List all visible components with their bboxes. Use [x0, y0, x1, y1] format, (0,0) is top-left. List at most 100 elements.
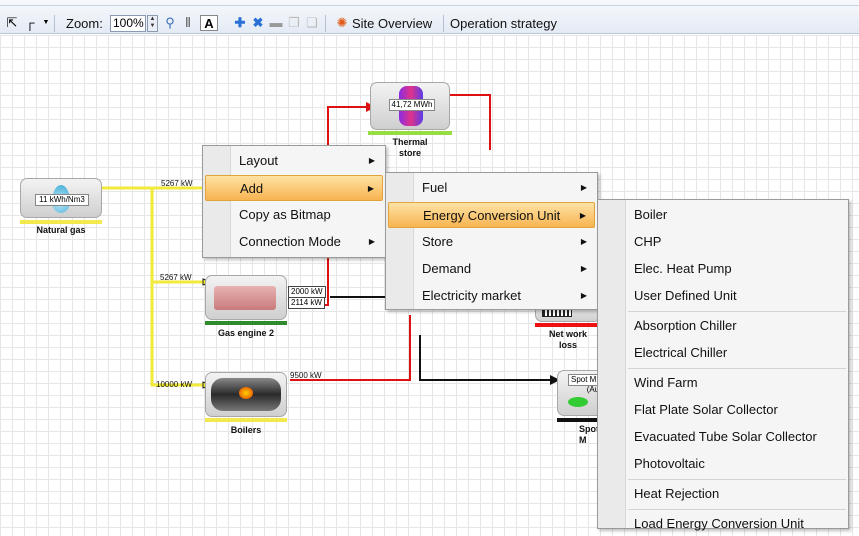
submenu-arrow-icon: ▶	[368, 237, 375, 246]
submenu-arrow-icon: ▶	[580, 237, 587, 246]
toolbar-separator	[443, 15, 444, 32]
ecu-menu-item-electrical-chiller[interactable]: Electrical Chiller	[600, 340, 846, 366]
gas-engine-box[interactable]	[205, 275, 287, 320]
flow-label: 9500 kW	[290, 371, 322, 380]
zoom-input[interactable]: 100%	[110, 15, 146, 32]
menu-item-label: Flat Plate Solar Collector	[634, 402, 778, 417]
text-icon[interactable]: A	[200, 15, 218, 31]
submenu-arrow-icon: ▶	[580, 264, 587, 273]
menu-item-copy-as-bitmap[interactable]: Copy as Bitmap	[205, 202, 383, 228]
menu-item-label: Wind Farm	[634, 375, 698, 390]
menu-item-label: Electrical Chiller	[634, 345, 728, 360]
menu-item-label: Elec. Heat Pump	[634, 261, 732, 276]
connector-icon[interactable]: ┌	[22, 15, 38, 31]
add-menu-item-energy-conversion-unit[interactable]: Energy Conversion Unit ▶	[388, 202, 595, 228]
flow-label-box: 2114 kW	[288, 297, 325, 309]
menu-separator	[628, 368, 846, 369]
boilers-status-bar	[205, 418, 287, 422]
submenu-arrow-icon: ▶	[580, 291, 587, 300]
menu-item-label: Store	[422, 234, 454, 249]
net-work-loss-label: Net work loss	[548, 329, 587, 350]
menu-item-label: Copy as Bitmap	[239, 207, 331, 222]
boilers-label: Boilers	[230, 425, 262, 435]
ecu-menu-item-heat-rejection[interactable]: Heat Rejection	[600, 481, 846, 507]
menu-item-label: Absorption Chiller	[634, 318, 737, 333]
save-icon[interactable]: ▬	[268, 15, 284, 31]
flow-label: 10000 kW	[156, 380, 193, 389]
menu-item-label: Photovoltaic	[634, 456, 705, 471]
menu-item-label: Boiler	[634, 207, 668, 222]
globe-icon	[568, 397, 588, 407]
delete-icon[interactable]: ✖	[250, 15, 266, 31]
menu-item-label: Demand	[422, 261, 472, 276]
menu-item-label: Add	[240, 181, 264, 196]
fuel-connections	[102, 186, 205, 387]
gas-engine-status-bar	[205, 321, 287, 325]
menu-item-label: Fuel	[422, 180, 448, 195]
add-icon[interactable]: ✚	[232, 15, 248, 31]
ecu-menu-item-boiler[interactable]: Boiler	[600, 202, 846, 228]
ecu-menu-item-elec-heat-pump[interactable]: Elec. Heat Pump	[600, 256, 846, 282]
heater-icon	[542, 309, 572, 317]
add-menu-item-store[interactable]: Store ▶	[388, 229, 595, 255]
menu-item-add[interactable]: Add ▶	[205, 175, 383, 201]
menu-item-label: Load Energy Conversion Unit	[634, 516, 804, 531]
menu-item-connection-mode[interactable]: Connection Mode ▶	[205, 229, 383, 255]
submenu-arrow-icon: ▶	[579, 211, 586, 220]
natural-gas-status-bar	[20, 220, 102, 224]
copy-icon[interactable]: ❐	[286, 15, 302, 31]
toolbar: ⇱ ┌ ▼ Zoom: 100% ▲ ▼ ⚲ ⦀ A ✚ ✖ ▬ ❐ ❏ ✺ Si…	[0, 0, 859, 34]
menu-separator	[628, 509, 846, 510]
engine-icon	[214, 286, 276, 310]
menu-item-label: CHP	[634, 234, 662, 249]
site-overview-icon[interactable]: ✺	[334, 15, 350, 31]
natural-gas-box[interactable]: 11 kWh/Nm3	[20, 178, 102, 218]
thermal-store-status-bar	[368, 131, 452, 135]
ecu-menu-item-photovoltaic[interactable]: Photovoltaic	[600, 451, 846, 477]
ecu-menu-item-user-defined-unit[interactable]: User Defined Unit	[600, 283, 846, 309]
menu-item-label: Evacuated Tube Solar Collector	[634, 429, 817, 444]
thermal-store-box[interactable]: 41,72 MWh	[370, 82, 450, 130]
add-menu-item-fuel[interactable]: Fuel ▶	[388, 175, 595, 201]
net-work-loss-status-bar	[535, 323, 601, 327]
ecu-menu-item-absorption-chiller[interactable]: Absorption Chiller	[600, 313, 846, 339]
menu-item-label: Heat Rejection	[634, 486, 720, 501]
menu-separator	[628, 311, 846, 312]
zoom-stepper[interactable]: ▲ ▼	[147, 15, 158, 32]
menu-item-label: User Defined Unit	[634, 288, 737, 303]
add-menu-item-demand[interactable]: Demand ▶	[388, 256, 595, 282]
ecu-menu-item-evacuated-tube-solar-collector[interactable]: Evacuated Tube Solar Collector	[600, 424, 846, 450]
add-submenu: Fuel ▶ Energy Conversion Unit ▶ Store ▶ Demand…	[385, 172, 598, 310]
add-menu-item-electricity-market[interactable]: Electricity market ▶	[388, 283, 595, 309]
grid-icon[interactable]: ⦀	[180, 15, 196, 31]
natural-gas-value: 11 kWh/Nm3	[35, 194, 89, 206]
submenu-arrow-icon: ▶	[367, 184, 374, 193]
menu-item-label: Connection Mode	[239, 234, 341, 249]
flow-label: 5267 kW	[161, 179, 193, 188]
thermal-store-value: 41,72 MWh	[389, 99, 435, 111]
menu-item-layout[interactable]: Layout ▶	[205, 148, 383, 174]
energy-conversion-submenu: Boiler CHP Elec. Heat Pump User Defined Uni…	[597, 199, 849, 531]
operation-strategy-button[interactable]: Operation strategy	[450, 14, 557, 34]
ecu-menu-item-load-energy-conversion-unit[interactable]: Load Energy Conversion Unit	[600, 511, 846, 536]
zoom-icon[interactable]: ⚲	[162, 15, 178, 31]
zoom-label: Zoom:	[66, 16, 103, 31]
natural-gas-label: Natural gas	[36, 225, 86, 235]
pointer-icon[interactable]: ⇱	[4, 15, 20, 31]
flow-label: 5267 kW	[160, 273, 192, 282]
site-overview-button[interactable]: Site Overview	[352, 14, 432, 34]
ecu-menu-item-chp[interactable]: CHP	[600, 229, 846, 255]
menu-item-label: Layout	[239, 153, 279, 168]
ecu-menu-item-flat-plate-solar-collector[interactable]: Flat Plate Solar Collector	[600, 397, 846, 423]
submenu-arrow-icon: ▶	[580, 183, 587, 192]
toolbar-border	[0, 5, 859, 6]
context-menu: Layout ▶ Add ▶ Copy as Bitmap Connection Mode…	[202, 145, 386, 258]
boilers-box[interactable]	[205, 372, 287, 417]
ecu-menu-item-wind-farm[interactable]: Wind Farm	[600, 370, 846, 396]
gas-engine-label: Gas engine 2	[217, 328, 275, 338]
chevron-down-icon[interactable]: ▼	[38, 15, 54, 31]
paste-icon[interactable]: ❏	[304, 15, 320, 31]
menu-item-label: Electricity market	[422, 288, 521, 303]
menu-item-label: Energy Conversion Unit	[423, 208, 561, 223]
submenu-arrow-icon: ▶	[368, 156, 375, 165]
